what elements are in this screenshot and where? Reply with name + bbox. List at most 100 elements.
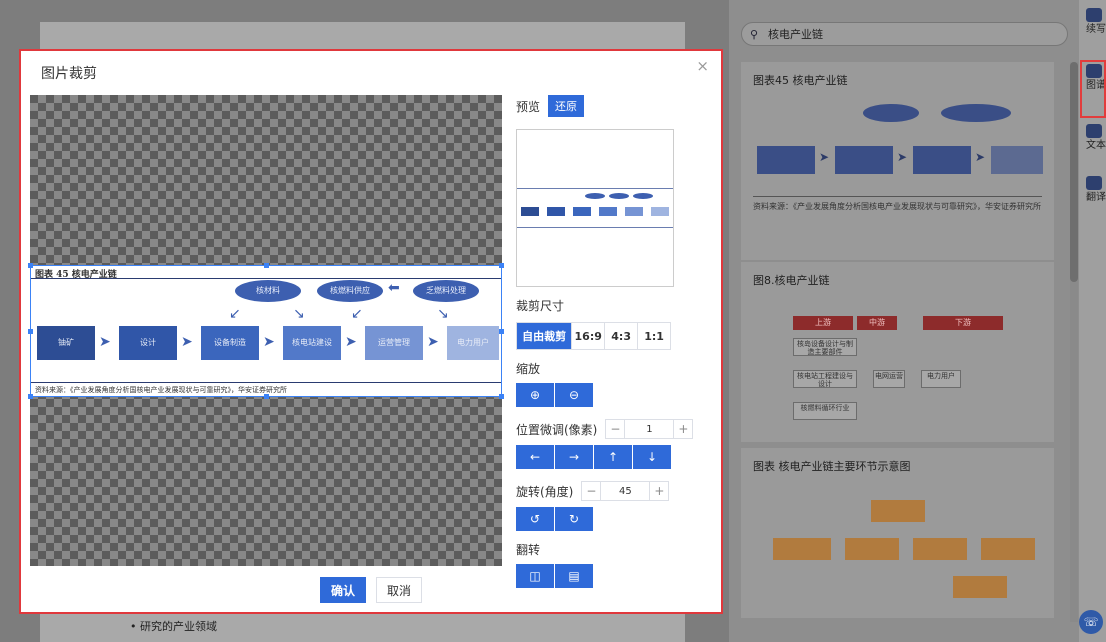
- dialog-footer: 确认 取消: [21, 577, 721, 603]
- search-input[interactable]: ⚲ 核电产业链: [741, 22, 1068, 46]
- preview-image: [517, 188, 673, 228]
- confirm-button[interactable]: 确认: [320, 577, 366, 603]
- crop-stage[interactable]: 图表 45 核电产业链 核材料 核燃料供应 ⬅ 乏燃料处理 ↙ ↘ ↙ ↘ 铀矿…: [28, 95, 504, 566]
- plus-icon[interactable]: +: [674, 422, 692, 436]
- arrow-right-icon[interactable]: →: [555, 445, 593, 469]
- ratio-16-9-button[interactable]: 16:9: [571, 323, 605, 349]
- flow-oval: 乏燃料处理: [413, 280, 479, 302]
- crop-box[interactable]: 图表 45 核电产业链 核材料 核燃料供应 ⬅ 乏燃料处理 ↙ ↘ ↙ ↘ 铀矿…: [28, 263, 504, 399]
- arrow-right-icon: ➤: [345, 334, 357, 350]
- card-title: 图8.核电产业链: [753, 274, 830, 287]
- rotate-right-icon[interactable]: ↻: [555, 507, 593, 531]
- ratio-free-button[interactable]: 自由裁剪: [517, 323, 572, 349]
- move-buttons: ← → ↑ ↓: [516, 445, 706, 469]
- ratio-1-1-button[interactable]: 1:1: [637, 323, 671, 349]
- search-value: 核电产业链: [768, 28, 823, 41]
- flow-box: [651, 207, 669, 216]
- result-card-1[interactable]: 图表45 核电产业链 ➤ ➤ ➤ 资料来源：《产业发展角度分析国核电产业发展现状…: [741, 62, 1054, 260]
- result-card-2[interactable]: 图8.核电产业链 上游 中游 下游 核岛设备设计与制造主要部件 核电站工程建设与…: [741, 262, 1054, 442]
- rail-item-translate[interactable]: 翻译: [1086, 176, 1106, 204]
- flow-box: [625, 207, 643, 216]
- arrow-left-icon: ⬅: [388, 280, 400, 296]
- translate-icon: [1086, 176, 1102, 190]
- search-icon: ⚲: [750, 27, 759, 41]
- zoom-buttons: ⊕ ⊖: [516, 383, 706, 407]
- minus-icon[interactable]: −: [606, 422, 624, 436]
- flow-box: [991, 146, 1043, 174]
- cancel-button[interactable]: 取消: [376, 577, 422, 603]
- card-title: 图表45 核电产业链: [753, 74, 848, 87]
- crop-handle[interactable]: [28, 263, 33, 268]
- tag-midstream: 中游: [857, 316, 897, 330]
- flow-box: 核燃料循环行业: [793, 402, 857, 420]
- arrow-right-icon: ➤: [819, 150, 830, 164]
- zoom-out-icon[interactable]: ⊖: [555, 383, 593, 407]
- ratio-4-3-button[interactable]: 4:3: [604, 323, 638, 349]
- flow-oval: [633, 193, 653, 199]
- position-label: 位置微调(像素): [516, 422, 598, 437]
- arrow-left-icon[interactable]: ←: [516, 445, 554, 469]
- flow-oval: [863, 104, 919, 122]
- preview-box: [516, 129, 674, 287]
- card-title: 图表 核电产业链主要环节示意图: [753, 460, 911, 473]
- arrow-down-icon[interactable]: ↓: [633, 445, 671, 469]
- crop-handle[interactable]: [28, 394, 33, 399]
- arrow-down-icon: ↘: [437, 306, 449, 322]
- side-scrollbar-thumb[interactable]: [1070, 62, 1078, 282]
- flip-label: 翻转: [516, 543, 541, 557]
- restore-button[interactable]: 还原: [548, 95, 585, 117]
- flow-box: [757, 146, 815, 174]
- flow-oval: [585, 193, 605, 199]
- search-doc-icon: [1086, 124, 1102, 138]
- crop-controls: 预览 还原 裁剪尺寸 自由裁剪 16:9 4:3 1:1 缩放 ⊕ ⊖ 位置微调…: [516, 95, 706, 588]
- ratio-selector: 自由裁剪 16:9 4:3 1:1: [516, 322, 671, 350]
- doc-bullet-text: • 研究的产业领域: [130, 620, 217, 633]
- flow-box: 铀矿: [37, 326, 95, 360]
- position-input[interactable]: [624, 420, 675, 438]
- rotate-input[interactable]: [600, 482, 651, 500]
- flow-oval: 核燃料供应: [317, 280, 383, 302]
- crop-handle[interactable]: [499, 329, 504, 334]
- flow-box: [599, 207, 617, 216]
- plus-icon[interactable]: +: [650, 484, 668, 498]
- flow-box: 设备制造: [201, 326, 259, 360]
- crop-handle[interactable]: [264, 394, 269, 399]
- position-stepper: − +: [605, 419, 694, 439]
- flow-box: 设计: [119, 326, 177, 360]
- arrow-right-icon: ➤: [99, 334, 111, 350]
- crop-handle[interactable]: [264, 263, 269, 268]
- flow-box: [845, 538, 899, 560]
- preview-label: 预览: [516, 99, 541, 114]
- write-icon: [1086, 8, 1102, 22]
- arrow-down-left-icon: ↙: [229, 306, 241, 322]
- zoom-label: 缩放: [516, 362, 541, 376]
- rail-item-text[interactable]: 文本: [1086, 124, 1106, 152]
- flow-box: 电力用户: [921, 370, 961, 388]
- card-flow-figure: ➤ ➤ ➤: [753, 98, 1043, 188]
- crop-handle[interactable]: [499, 394, 504, 399]
- rail-label: 续写: [1086, 24, 1106, 35]
- flow-box: [573, 207, 591, 216]
- flow-box: [913, 538, 967, 560]
- flow-box: 电网运营: [873, 370, 905, 388]
- crop-handle[interactable]: [499, 263, 504, 268]
- rail-item-continue[interactable]: 续写: [1086, 8, 1106, 36]
- flow-box: 运营管理: [365, 326, 423, 360]
- card-flow-figure: [753, 484, 1042, 614]
- flow-box: 核电站建设: [283, 326, 341, 360]
- arrow-up-icon[interactable]: ↑: [594, 445, 632, 469]
- result-card-3[interactable]: 图表 核电产业链主要环节示意图: [741, 448, 1054, 618]
- rotate-stepper: − +: [581, 481, 670, 501]
- crop-handle[interactable]: [28, 329, 33, 334]
- divider: [31, 382, 501, 383]
- headset-help-icon[interactable]: ☏: [1079, 610, 1103, 634]
- close-icon[interactable]: ×: [696, 57, 709, 75]
- arrow-right-icon: ➤: [181, 334, 193, 350]
- tag-downstream: 下游: [923, 316, 1003, 330]
- zoom-in-icon[interactable]: ⊕: [516, 383, 554, 407]
- crop-size-label: 裁剪尺寸: [516, 299, 565, 313]
- rotate-left-icon[interactable]: ↺: [516, 507, 554, 531]
- flow-oval: 核材料: [235, 280, 301, 302]
- rail-label: 翻译: [1086, 192, 1106, 203]
- minus-icon[interactable]: −: [582, 484, 600, 498]
